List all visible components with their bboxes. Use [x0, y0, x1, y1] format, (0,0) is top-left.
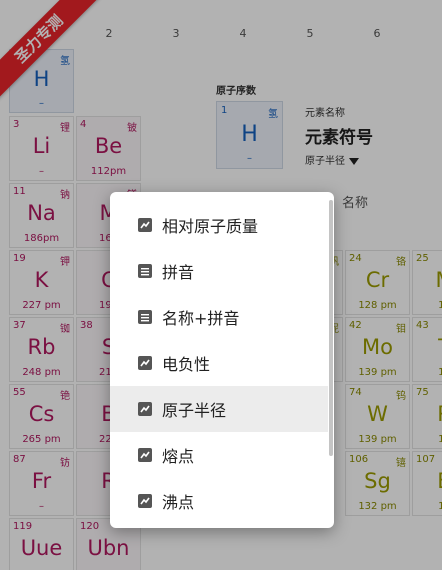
chart-icon	[138, 448, 152, 462]
property-menu: 相对原子质量 拼音 名称+拼音 电负性 原子半径 熔点 沸点	[110, 192, 334, 528]
menu-item-label: 相对原子质量	[162, 217, 259, 236]
list-icon	[138, 310, 152, 324]
menu-scrollbar[interactable]	[329, 200, 333, 456]
menu-item-relative-atomic-mass[interactable]: 相对原子质量	[110, 202, 328, 248]
menu-item-atomic-radius[interactable]: 原子半径	[110, 386, 328, 432]
menu-item-label: 熔点	[162, 447, 195, 466]
chart-icon	[138, 402, 152, 416]
chart-icon	[138, 218, 152, 232]
menu-item-boiling-point[interactable]: 沸点	[110, 478, 328, 524]
menu-item-electronegativity[interactable]: 电负性	[110, 340, 328, 386]
menu-item-pinyin[interactable]: 拼音	[110, 248, 328, 294]
menu-item-label: 沸点	[162, 493, 195, 512]
chart-icon	[138, 494, 152, 508]
menu-item-label: 名称+拼音	[162, 309, 240, 328]
chart-icon	[138, 356, 152, 370]
menu-item-label: 电负性	[162, 355, 211, 374]
periodic-table-screen: 2 3 4 5 6 氢 H – 3 锂 Li – 4 铍 Be 112pm 11…	[0, 0, 442, 570]
list-icon	[138, 264, 152, 278]
menu-item-melting-point[interactable]: 熔点	[110, 432, 328, 478]
menu-item-label: 原子半径	[162, 401, 227, 420]
menu-item-name-pinyin[interactable]: 名称+拼音	[110, 294, 328, 340]
menu-item-label: 拼音	[162, 263, 195, 282]
